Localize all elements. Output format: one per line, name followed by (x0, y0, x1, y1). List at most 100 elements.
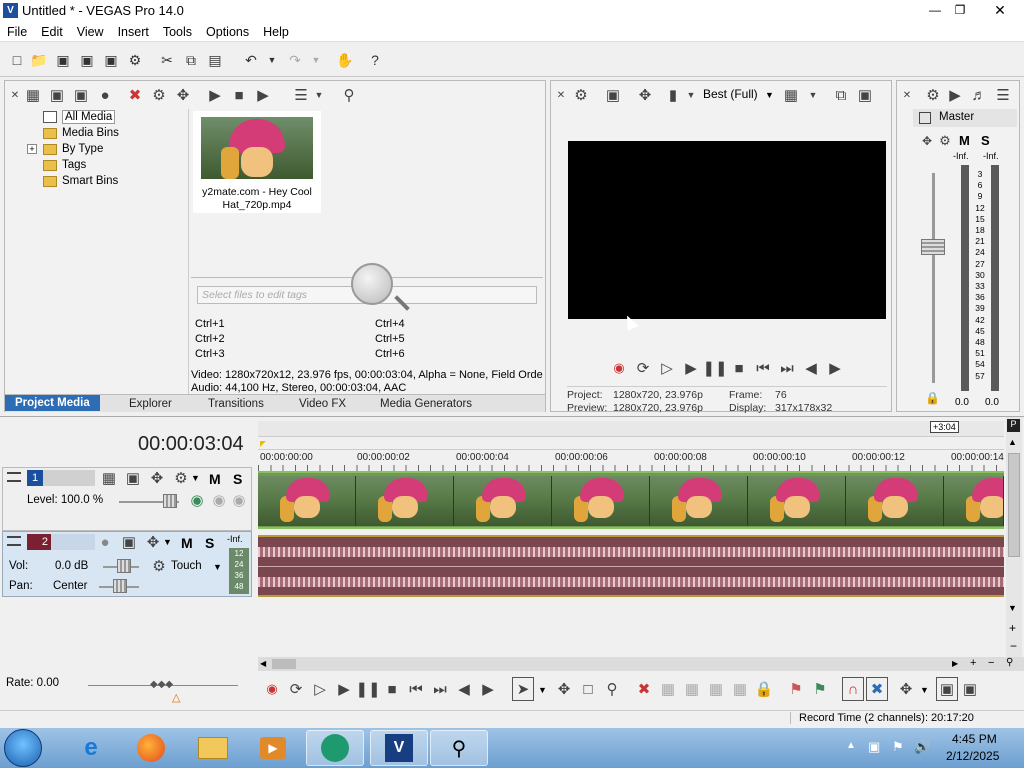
arm-record-icon[interactable]: ● (95, 532, 115, 552)
tab-explorer[interactable]: Explorer (129, 398, 172, 410)
preview-quality-dropdown[interactable]: Best (Full) ▼ (703, 87, 774, 101)
chevron-down-icon[interactable]: ▼ (538, 685, 547, 695)
views-icon[interactable]: ☰ (291, 85, 311, 105)
play-icon[interactable]: ▶ (334, 679, 354, 699)
search-icon[interactable]: ⚲ (339, 85, 359, 105)
ie-taskbar-icon[interactable]: e (62, 730, 120, 766)
new-icon[interactable]: □ (8, 51, 26, 69)
media-file-card[interactable]: y2mate.com - Hey Cool Hat_720p.mp4 (193, 111, 321, 213)
copy-snapshot-icon[interactable]: ⧉ (831, 85, 851, 105)
save-as-icon[interactable]: ▣ (78, 51, 96, 69)
timeline-ruler[interactable]: +3:04 00:00:00:00 00:00:00:02 00:00:00:0… (258, 421, 1004, 471)
zoom-tool-icon[interactable]: ⚲ (602, 679, 622, 699)
dropdown-icon[interactable]: ▼ (681, 85, 701, 105)
speaker-icon[interactable]: ♬ (969, 85, 989, 105)
tag-shortcut[interactable]: Ctrl+1 (195, 318, 225, 330)
parent-composite-icon[interactable]: ◉ (187, 490, 207, 510)
views-dropdown-icon[interactable]: ▼ (309, 85, 329, 105)
external-monitor-icon[interactable]: ▣ (603, 85, 623, 105)
tab-project-media[interactable]: Project Media (5, 395, 100, 411)
compositing-child-icon[interactable]: ◉ (209, 490, 229, 510)
capture-video-icon[interactable]: ▣ (47, 85, 67, 105)
web-media-icon[interactable]: ● (95, 85, 115, 105)
stop-icon[interactable]: ■ (729, 358, 749, 378)
next-frame-icon[interactable]: ▶ (825, 358, 845, 378)
timeline-horizontal-scrollbar[interactable]: ◀ ▶ + − ⚲ (258, 657, 1024, 671)
split-screen-icon[interactable]: ✥ (635, 85, 655, 105)
import-media-icon[interactable]: ▦ (23, 85, 43, 105)
properties-icon[interactable]: ⚙ (126, 51, 144, 69)
fader-icon[interactable]: ☰ (993, 85, 1013, 105)
timeline-vertical-scrollbar[interactable]: P ▲ ▼ + − (1006, 417, 1022, 667)
vol-slider-handle[interactable] (117, 559, 131, 573)
tree-item-smart-bins[interactable]: Smart Bins (19, 173, 188, 189)
selection-tool-icon[interactable]: □ (578, 679, 598, 699)
menu-view[interactable]: View (70, 22, 111, 39)
panel-close-icon[interactable]: ✕ (551, 85, 571, 105)
tree-item-media-bins[interactable]: Media Bins (19, 125, 188, 141)
close-button[interactable]: ✕ (985, 0, 1015, 20)
tree-item-all-media[interactable]: All Media (19, 109, 188, 125)
record-icon[interactable]: ◉ (262, 679, 282, 699)
automation-gear-icon[interactable]: ⚙ (149, 556, 169, 576)
invert-phase-icon[interactable]: ▣ (119, 532, 139, 552)
tab-media-generators[interactable]: Media Generators (380, 398, 472, 410)
lock-icon[interactable]: 🔒 (925, 391, 940, 405)
loop-icon[interactable]: ⟳ (633, 358, 653, 378)
track-motion-icon[interactable]: ▣ (123, 468, 143, 488)
lock-envelopes-icon[interactable]: ▣ (936, 677, 958, 701)
panel-close-icon[interactable]: ✕ (5, 85, 25, 105)
mixer-properties-icon[interactable]: ⚙ (923, 85, 943, 105)
insert-marker-icon[interactable]: ⚑ (786, 679, 806, 699)
split-media-icon[interactable]: ✥ (173, 85, 193, 105)
master-fader-handle[interactable] (921, 239, 945, 255)
tab-transitions[interactable]: Transitions (208, 398, 264, 410)
scroll-thumb[interactable] (1008, 453, 1020, 557)
tray-flag-icon[interactable]: ⚑ (892, 739, 904, 755)
track-collapse-icon[interactable] (7, 472, 21, 482)
mute-button[interactable]: M (959, 133, 970, 148)
split-screen-icon[interactable]: ▮ (663, 85, 683, 105)
scroll-down-icon[interactable]: ▼ (1008, 603, 1017, 613)
tag-shortcut[interactable]: Ctrl+4 (375, 318, 405, 330)
zoom-out-h-icon[interactable]: − (988, 657, 994, 669)
prev-frame-icon[interactable]: ◀ (454, 679, 474, 699)
track-fx-icon[interactable]: ✥ (143, 532, 163, 552)
magnifier-taskbar-icon[interactable]: ⚲ (430, 730, 488, 766)
scroll-right-icon[interactable]: ▶ (952, 659, 958, 668)
auto-preview-icon[interactable]: ▶ (253, 85, 273, 105)
auto-crossfades-icon[interactable]: ✖ (866, 677, 888, 701)
menu-insert[interactable]: Insert (111, 22, 156, 39)
menu-options[interactable]: Options (199, 22, 256, 39)
save-icon[interactable]: ▣ (54, 51, 72, 69)
vegas-taskbar-icon[interactable]: V (370, 730, 428, 766)
redo-icon[interactable]: ↷ (286, 51, 304, 69)
tag-shortcut[interactable]: Ctrl+2 (195, 333, 225, 345)
video-track-header[interactable]: 1 ▦ ▣ ✥ ⚙ ▼ M S Level: 100.0 % ◉ ◉ ◉ (2, 467, 252, 531)
audio-track-header[interactable]: 2 ● ▣ ✥ ▼ M S -Inf. 12 24 36 48 Vol: 0.0 dB… (2, 531, 252, 597)
tray-volume-icon[interactable]: 🔊 (914, 739, 930, 755)
menu-tools[interactable]: Tools (156, 22, 199, 39)
record-icon[interactable]: ◉ (609, 358, 629, 378)
level-slider-handle[interactable] (163, 494, 177, 508)
open-icon[interactable]: 📁 (30, 51, 48, 69)
render-icon[interactable]: ▣ (102, 51, 120, 69)
mixer-icon[interactable]: ▶ (945, 85, 965, 105)
audio-clip[interactable] (258, 535, 1004, 597)
maximize-button[interactable]: ❐ (945, 0, 975, 20)
insert-region-icon[interactable]: ⚑ (810, 679, 830, 699)
paste-icon[interactable]: ▤ (206, 51, 224, 69)
play-icon[interactable]: ▶ (681, 358, 701, 378)
cut-icon[interactable]: ✂ (158, 51, 176, 69)
redo-dropdown-icon[interactable]: ▼ (307, 51, 325, 69)
chevron-down-icon[interactable]: ▼ (213, 562, 222, 572)
tree-item-tags[interactable]: Tags (19, 157, 188, 173)
tag-shortcut[interactable]: Ctrl+3 (195, 348, 225, 360)
start-button[interactable] (4, 729, 42, 767)
bus-gear-icon[interactable]: ⚙ (935, 131, 955, 151)
zoom-out-icon[interactable]: − (1010, 639, 1017, 653)
interaction-icon[interactable]: ✋ (336, 51, 354, 69)
pause-icon[interactable]: ❚❚ (355, 679, 380, 699)
play-from-start-icon[interactable]: ▷ (310, 679, 330, 699)
clock-time[interactable]: 4:45 PM (952, 732, 997, 746)
